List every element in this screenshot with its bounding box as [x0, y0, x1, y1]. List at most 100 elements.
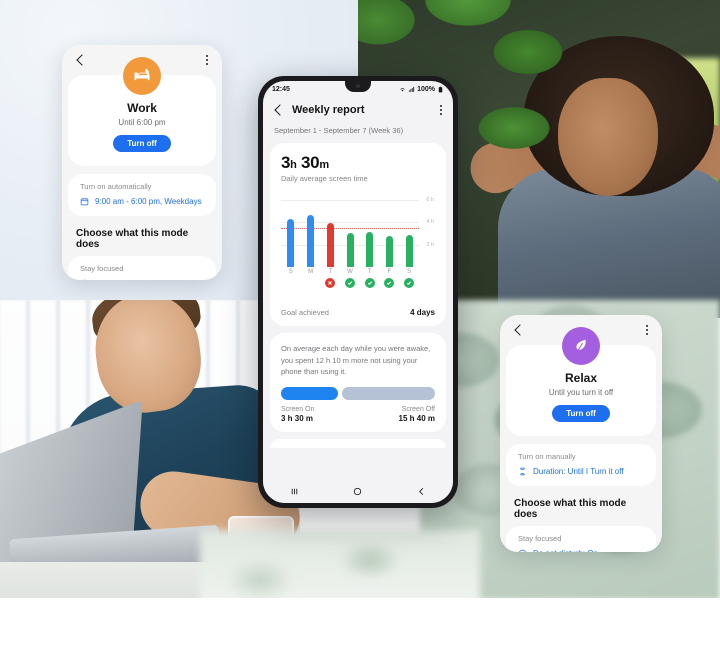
- bed-icon: [123, 57, 161, 95]
- battery-percent-label: 100%: [417, 85, 435, 93]
- chart-bar: [405, 234, 413, 267]
- y-axis-tick-label: 2 h: [426, 241, 434, 248]
- screen-off-block: Screen Off 15 h 40 m: [399, 406, 435, 423]
- y-axis-tick-label: 4 h: [426, 219, 434, 226]
- home-circle-icon[interactable]: [352, 486, 363, 497]
- kebab-menu-icon[interactable]: [644, 323, 650, 338]
- avg-hours: 3: [281, 153, 291, 172]
- chart-bar: [385, 235, 393, 267]
- relax-mode-subtitle: Until you turn it off: [548, 388, 614, 397]
- work-hero: Work Until 6:00 pm Turn off: [68, 57, 216, 166]
- back-icon[interactable]: [512, 324, 524, 336]
- work-turn-off-button[interactable]: Turn off: [113, 135, 171, 152]
- goal-achieved-check-icon: [345, 278, 356, 288]
- screen-on-block: Screen On 3 h 30 m: [281, 406, 314, 423]
- relax-focus-row[interactable]: Do not disturb: On: [518, 549, 644, 552]
- screen-on-off-panel: On average each day while you were awake…: [270, 333, 446, 432]
- calendar-icon: [80, 198, 89, 206]
- work-auto-value: 9:00 am - 6:00 pm, Weekdays: [95, 197, 202, 206]
- goal-achieved-check-icon: [364, 278, 375, 288]
- bar-column: [281, 193, 301, 267]
- x-axis-label: S: [288, 269, 293, 275]
- relax-turn-off-button[interactable]: Turn off: [552, 405, 610, 422]
- chart-bar: [366, 232, 374, 267]
- phone-screen: 12:45 100% Weekly report September 1 - S…: [263, 81, 453, 503]
- goal-marker-cell: [301, 278, 321, 288]
- relax-manual-row[interactable]: Duration: Until I Turn it off: [518, 467, 644, 476]
- relax-manual-value: Duration: Until I Turn it off: [533, 467, 624, 476]
- back-icon[interactable]: [272, 104, 284, 116]
- goal-missed-cross-icon: [325, 278, 336, 288]
- x-axis-label: W: [347, 269, 353, 275]
- hourglass-icon: [520, 467, 525, 476]
- screen-off-label: Screen Off: [401, 405, 435, 413]
- avg-minutes: 30: [301, 153, 320, 172]
- bar-column: [399, 193, 419, 267]
- composite-canvas: Work Until 6:00 pm Turn off Turn on auto…: [0, 0, 720, 654]
- status-time: 12:45: [272, 85, 290, 93]
- work-focus-value: Do not disturb: On: [95, 279, 160, 280]
- usage-note: On average each day while you were awake…: [281, 344, 431, 377]
- screen-on-value: 3 h 30 m: [281, 413, 314, 423]
- do-not-disturb-icon: [519, 549, 526, 552]
- wifi-icon: [400, 87, 405, 92]
- work-mode-name: Work: [127, 101, 157, 115]
- bar-column: [320, 193, 340, 267]
- screen-on-label: Screen On: [281, 405, 315, 413]
- kebab-menu-icon[interactable]: [438, 103, 444, 118]
- camera-notch: [345, 81, 371, 92]
- weekly-bar-chart: 2 h 4 h 6 h: [281, 193, 435, 267]
- system-navigation-bar: [263, 479, 453, 503]
- relax-focus-section: Stay focused Do not disturb: On: [506, 526, 656, 552]
- relax-focus-label: Stay focused: [518, 534, 562, 543]
- goal-achieved-check-icon: [404, 278, 415, 288]
- bar-column: [360, 193, 380, 267]
- relax-hero: Relax Until you turn it off Turn off: [506, 327, 656, 436]
- goal-achieved-check-icon: [384, 278, 395, 288]
- relax-mode-name: Relax: [564, 371, 598, 385]
- screen-off-segment: [341, 386, 435, 400]
- screen-off-value: 15 h 40 m: [398, 413, 435, 423]
- kebab-menu-icon[interactable]: [204, 53, 210, 68]
- app-bar: Weekly report: [263, 97, 453, 123]
- back-icon[interactable]: [74, 54, 86, 66]
- screen-on-off-bar: [281, 386, 435, 400]
- next-panel-peek: [270, 438, 446, 448]
- relax-manual-label: Turn on manually: [518, 452, 576, 461]
- relax-mode-card: Relax Until you turn it off Turn off Tur…: [500, 315, 662, 552]
- phone-device: 12:45 100% Weekly report September 1 - S…: [258, 76, 458, 508]
- x-axis-label: T: [367, 269, 372, 275]
- goal-achieved-row: Goal achieved 4 days: [281, 299, 435, 317]
- relax-choose-title: Choose what this mode does: [514, 498, 627, 520]
- date-range-label: September 1 - September 7 (Week 36): [274, 126, 404, 135]
- goal-achieved-label: Goal achieved: [281, 308, 329, 317]
- daily-average-value: 3h 30m: [281, 153, 435, 173]
- status-indicators: 100%: [399, 86, 444, 93]
- avg-minutes-unit: m: [319, 159, 329, 171]
- y-axis-tick-label: 6 h: [426, 196, 434, 203]
- recents-icon[interactable]: [289, 486, 300, 497]
- goal-marker-cell: [380, 278, 400, 288]
- chart-x-axis-labels: SMTWTFS: [281, 269, 435, 275]
- work-mode-subtitle: Until 6:00 pm: [118, 118, 166, 127]
- page-title: Weekly report: [292, 104, 365, 116]
- work-focus-label: Stay focused: [80, 264, 124, 273]
- white-bottom-band: [0, 598, 720, 654]
- goal-marker-cell: [360, 278, 380, 288]
- work-focus-row[interactable]: Do not disturb: On: [80, 279, 204, 280]
- daily-average-caption: Daily average screen time: [281, 174, 368, 183]
- chart-bar: [307, 215, 315, 267]
- goal-marker-cell: [340, 278, 360, 288]
- back-chevron-icon[interactable]: [416, 486, 427, 497]
- chart-bars: [281, 193, 419, 267]
- work-auto-row[interactable]: 9:00 am - 6:00 pm, Weekdays: [80, 197, 204, 206]
- avg-hours-unit: h: [290, 159, 297, 171]
- cellular-signal-icon: [408, 86, 415, 92]
- chart-bar: [346, 233, 354, 267]
- screen-on-segment: [281, 386, 338, 400]
- goal-marker-cell: [399, 278, 419, 288]
- work-choose-title: Choose what this mode does: [76, 228, 189, 250]
- goal-marker-cell: [281, 278, 301, 288]
- relax-focus-value: Do not disturb: On: [533, 549, 598, 552]
- chart-goal-markers: [281, 278, 435, 288]
